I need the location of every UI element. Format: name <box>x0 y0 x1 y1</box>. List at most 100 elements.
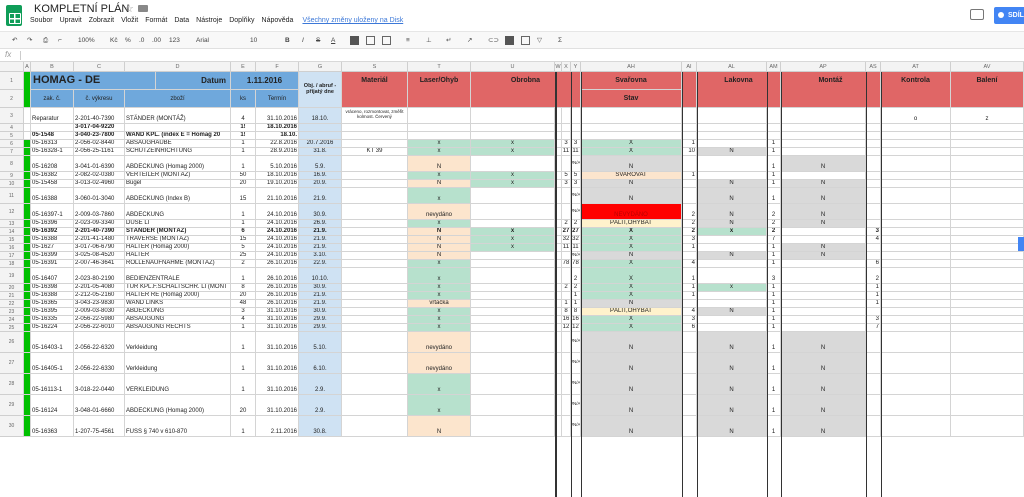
deadline-cell[interactable]: 2.11.2016 <box>256 416 299 437</box>
svarovna-count[interactable]: 1 <box>682 292 697 300</box>
obrobna-count-b[interactable]: 32 <box>571 236 581 244</box>
row-header-16[interactable]: 16 <box>0 244 24 252</box>
obrobna-count-a[interactable] <box>562 108 571 124</box>
baleni-cell[interactable] <box>951 244 1024 252</box>
svarovna-cell[interactable]: N <box>581 374 682 395</box>
material-cell[interactable] <box>342 316 408 324</box>
montaz-count[interactable]: 1 <box>866 300 881 308</box>
svarovna-cell[interactable]: N <box>581 180 682 188</box>
insert-comment-icon[interactable] <box>505 36 514 45</box>
order-number-cell[interactable]: 05-16388 <box>31 188 74 204</box>
lakovna-cell[interactable] <box>697 172 767 180</box>
kontrola-cell[interactable] <box>881 260 951 268</box>
deadline-cell[interactable]: 26.10.2016 <box>256 300 299 308</box>
montaz-cell[interactable] <box>781 236 866 244</box>
obrobna-count-b[interactable]: 1 <box>571 292 581 300</box>
merge-cells-icon[interactable] <box>382 36 391 45</box>
baleni-cell[interactable] <box>951 395 1024 416</box>
sheets-logo-icon[interactable] <box>6 5 22 26</box>
montaz-count[interactable] <box>866 244 881 252</box>
drawing-number-cell[interactable]: 2-009-03-7860 <box>74 204 125 220</box>
laser-cell[interactable]: N <box>408 244 471 252</box>
montaz-count[interactable] <box>866 180 881 188</box>
drawing-number-cell[interactable]: 2-056-25-1161 <box>74 148 125 156</box>
order-date-cell[interactable]: 21.9. <box>299 292 342 300</box>
quantity-cell[interactable]: 15 <box>231 236 256 244</box>
product-cell[interactable]: ABDECKUNG (Homag 2000) <box>125 156 231 172</box>
lakovna-count[interactable]: 1 <box>767 172 781 180</box>
row-header-29[interactable]: 29 <box>0 395 24 416</box>
lakovna-count[interactable]: 1 <box>767 353 781 374</box>
material-cell[interactable] <box>342 220 408 228</box>
obrobna-cell[interactable]: x <box>471 180 555 188</box>
montaz-count[interactable] <box>866 204 881 220</box>
product-cell[interactable]: ABDECKUNG (Index B) <box>125 188 231 204</box>
order-date-cell[interactable]: 30.9. <box>299 204 342 220</box>
order-date-cell[interactable]: 5.10. <box>299 332 342 353</box>
drawing-number-cell[interactable]: 2-082-02-0380 <box>74 172 125 180</box>
drawing-number-cell[interactable]: 2-201-40-7390 <box>74 108 125 124</box>
lakovna-cell[interactable]: N <box>697 220 767 228</box>
kontrola-cell[interactable] <box>881 353 951 374</box>
obrobna-count-a[interactable]: 3 <box>562 140 571 148</box>
obrobna-count-a[interactable] <box>562 416 571 437</box>
montaz-cell[interactable]: N <box>781 374 866 395</box>
lakovna-count[interactable] <box>767 124 781 132</box>
lakovna-cell[interactable] <box>697 108 767 124</box>
menu-3[interactable]: Vložit <box>121 17 138 24</box>
menu-2[interactable]: Zobrazit <box>89 17 114 24</box>
row-header-24[interactable]: 24 <box>0 316 24 324</box>
order-number-cell[interactable]: 05-16405-1 <box>31 353 74 374</box>
product-cell[interactable]: Verkleidung <box>125 353 231 374</box>
obrobna-cell[interactable] <box>471 353 555 374</box>
montaz-cell[interactable] <box>781 268 866 284</box>
obrobna-cell[interactable] <box>471 260 555 268</box>
row-header-17[interactable]: 17 <box>0 252 24 260</box>
quantity-cell[interactable]: 1 <box>231 140 256 148</box>
laser-cell[interactable]: nevydáno <box>408 332 471 353</box>
order-number-cell[interactable]: 05-16124 <box>31 395 74 416</box>
material-cell[interactable] <box>342 244 408 252</box>
montaz-count[interactable]: 2 <box>866 268 881 284</box>
font-select[interactable]: Arial <box>196 36 209 45</box>
print-icon[interactable]: ⎙ <box>43 36 48 45</box>
obrobna-cell[interactable] <box>471 300 555 308</box>
order-number-cell[interactable]: 05-16328-1 <box>31 148 74 156</box>
drawing-number-cell[interactable]: 2-009-03-8030 <box>74 308 125 316</box>
order-date-cell[interactable]: 6.10. <box>299 353 342 374</box>
laser-cell[interactable]: N <box>408 180 471 188</box>
obrobna-count-a[interactable]: 12 <box>562 324 571 332</box>
deadline-cell[interactable]: 31.10.2016 <box>256 353 299 374</box>
material-cell[interactable] <box>342 124 408 132</box>
drawing-number-cell[interactable]: 3-018-22-0440 <box>74 374 125 395</box>
material-cell[interactable] <box>342 308 408 316</box>
order-date-cell[interactable]: 26.9. <box>299 220 342 228</box>
obrobna-count-b[interactable]: #N/A <box>571 416 581 437</box>
montaz-count[interactable]: 3 <box>866 316 881 324</box>
order-number-cell[interactable]: 05-16382 <box>31 172 74 180</box>
obrobna-cell[interactable]: x <box>471 236 555 244</box>
lakovna-cell[interactable] <box>697 140 767 148</box>
order-date-cell[interactable]: 21.9. <box>299 244 342 252</box>
laser-cell[interactable] <box>408 124 471 132</box>
baleni-cell[interactable] <box>951 374 1024 395</box>
obrobna-count-b[interactable]: 11 <box>571 148 581 156</box>
drawing-number-cell[interactable]: 3-041-01-6390 <box>74 156 125 172</box>
svarovna-cell[interactable]: N <box>581 156 682 172</box>
menu-0[interactable]: Soubor <box>30 17 53 24</box>
order-number-cell[interactable]: 05-15458 <box>31 180 74 188</box>
material-cell[interactable] <box>342 236 408 244</box>
lakovna-count[interactable]: 2 <box>767 220 781 228</box>
product-cell[interactable]: TRAVERSE (MONTÁŽ) <box>125 236 231 244</box>
laser-cell[interactable]: N <box>408 156 471 172</box>
obrobna-cell[interactable]: x <box>471 140 555 148</box>
svarovna-count[interactable] <box>682 332 697 353</box>
obrobna-cell[interactable] <box>471 395 555 416</box>
order-number-cell[interactable]: 05-16391 <box>31 260 74 268</box>
montaz-count[interactable] <box>866 108 881 124</box>
column-header-W[interactable]: W <box>555 62 562 72</box>
saved-status-link[interactable]: Všechny změny uloženy na Disk <box>302 17 403 24</box>
obrobna-count-b[interactable]: 3 <box>571 180 581 188</box>
row-header-3[interactable]: 3 <box>0 108 24 124</box>
order-number-cell[interactable] <box>31 124 74 132</box>
